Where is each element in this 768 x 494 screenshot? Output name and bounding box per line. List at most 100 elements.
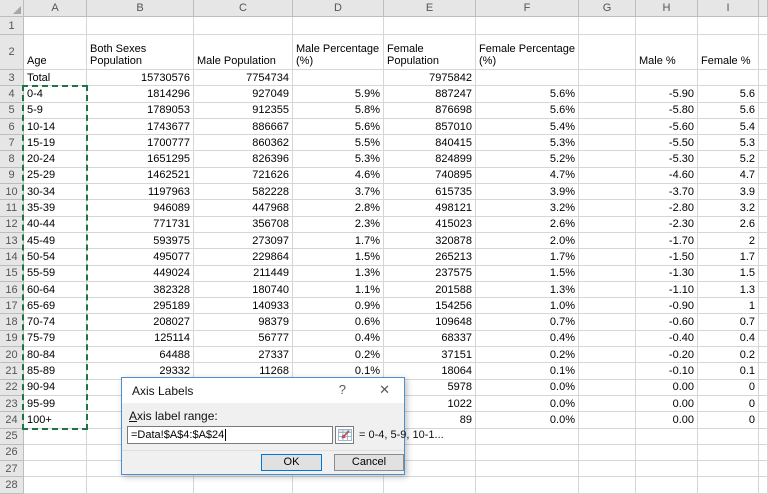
row-header-6[interactable]: 6 (0, 118, 24, 136)
cell-C20[interactable]: 27337 (194, 347, 293, 364)
cell-I16[interactable]: 1.3 (698, 281, 759, 299)
cell-D6[interactable]: 5.6% (293, 118, 384, 136)
cell-B10[interactable]: 1197963 (87, 184, 194, 201)
cell-I5[interactable]: 5.6 (698, 102, 759, 119)
cell-I4[interactable]: 5.6 (698, 86, 759, 103)
cell-I2[interactable]: Female % (698, 35, 759, 70)
cell-B15[interactable]: 449024 (87, 265, 194, 282)
cell-I20[interactable]: 0.2 (698, 347, 759, 364)
cell-C14[interactable]: 229864 (194, 249, 293, 266)
cell-F12[interactable]: 2.6% (476, 216, 579, 233)
cell-C11[interactable]: 447968 (194, 200, 293, 217)
cell-F21[interactable]: 0.1% (476, 363, 579, 380)
row-header-15[interactable]: 15 (0, 265, 24, 282)
cell-D8[interactable]: 5.3% (293, 151, 384, 168)
cell-H22[interactable]: 0.00 (636, 379, 698, 396)
cell-G2[interactable] (579, 35, 636, 70)
cell-E5[interactable]: 876698 (384, 102, 476, 119)
cell-I18[interactable]: 0.7 (698, 314, 759, 331)
column-header-F[interactable]: F (476, 0, 579, 17)
cell-E1[interactable] (384, 17, 476, 35)
cell-F11[interactable]: 3.2% (476, 200, 579, 217)
cell-H11[interactable]: -2.80 (636, 200, 698, 217)
row-header-27[interactable]: 27 (0, 461, 24, 478)
cell-F28[interactable] (476, 477, 579, 494)
cell-E8[interactable]: 824899 (384, 151, 476, 168)
cell-E18[interactable]: 109648 (384, 314, 476, 331)
cell-A15[interactable]: 55-59 (24, 265, 87, 282)
cell-A2[interactable]: Age (24, 35, 87, 70)
cell-A22[interactable]: 90-94 (24, 379, 87, 396)
cell-H25[interactable] (636, 428, 698, 445)
help-icon[interactable]: ? (339, 382, 346, 397)
column-header-H[interactable]: H (636, 0, 698, 17)
cell-F5[interactable]: 5.6% (476, 102, 579, 119)
cell-B12[interactable]: 771731 (87, 216, 194, 233)
row-header-13[interactable]: 13 (0, 232, 24, 250)
cell-H19[interactable]: -0.40 (636, 330, 698, 348)
cell-D28[interactable] (293, 477, 384, 494)
cell-H23[interactable]: 0.00 (636, 395, 698, 413)
cell-G22[interactable] (579, 379, 636, 396)
cell-G24[interactable] (579, 412, 636, 429)
ok-button[interactable]: OK (261, 454, 322, 471)
select-all-corner[interactable] (0, 0, 24, 17)
row-header-28[interactable]: 28 (0, 477, 24, 494)
cell-A9[interactable]: 25-29 (24, 167, 87, 185)
cell-I19[interactable]: 0.4 (698, 330, 759, 348)
row-header-23[interactable]: 23 (0, 395, 24, 413)
cell-A28[interactable] (24, 477, 87, 494)
cell-B4[interactable]: 1814296 (87, 86, 194, 103)
row-header-9[interactable]: 9 (0, 167, 24, 185)
cell-D7[interactable]: 5.5% (293, 135, 384, 152)
cell-B1[interactable] (87, 17, 194, 35)
cell-A24[interactable]: 100+ (24, 412, 87, 429)
cell-I24[interactable]: 0 (698, 412, 759, 429)
cell-C10[interactable]: 582228 (194, 184, 293, 201)
row-header-7[interactable]: 7 (0, 135, 24, 152)
cell-A8[interactable]: 20-24 (24, 151, 87, 168)
cell-B11[interactable]: 946089 (87, 200, 194, 217)
column-header-D[interactable]: D (293, 0, 384, 17)
cell-C8[interactable]: 826396 (194, 151, 293, 168)
row-header-2[interactable]: 2 (0, 35, 24, 70)
cell-H13[interactable]: -1.70 (636, 232, 698, 250)
cell-I11[interactable]: 3.2 (698, 200, 759, 217)
cell-H9[interactable]: -4.60 (636, 167, 698, 185)
cell-A13[interactable]: 45-49 (24, 232, 87, 250)
cell-A7[interactable]: 15-19 (24, 135, 87, 152)
cell-A19[interactable]: 75-79 (24, 330, 87, 348)
cell-G3[interactable] (579, 70, 636, 87)
cell-I21[interactable]: 0.1 (698, 363, 759, 380)
cell-H8[interactable]: -5.30 (636, 151, 698, 168)
cell-A20[interactable]: 80-84 (24, 347, 87, 364)
cell-B16[interactable]: 382328 (87, 281, 194, 299)
cell-E6[interactable]: 857010 (384, 118, 476, 136)
cell-A11[interactable]: 35-39 (24, 200, 87, 217)
cell-G25[interactable] (579, 428, 636, 445)
cell-D1[interactable] (293, 17, 384, 35)
row-header-24[interactable]: 24 (0, 412, 24, 429)
cell-H12[interactable]: -2.30 (636, 216, 698, 233)
cell-F23[interactable]: 0.0% (476, 395, 579, 413)
cell-I28[interactable] (698, 477, 759, 494)
cell-F4[interactable]: 5.6% (476, 86, 579, 103)
cell-H10[interactable]: -3.70 (636, 184, 698, 201)
cell-F7[interactable]: 5.3% (476, 135, 579, 152)
cell-G18[interactable] (579, 314, 636, 331)
cell-G4[interactable] (579, 86, 636, 103)
column-header-E[interactable]: E (384, 0, 476, 17)
cell-F20[interactable]: 0.2% (476, 347, 579, 364)
row-header-20[interactable]: 20 (0, 347, 24, 364)
cell-B14[interactable]: 495077 (87, 249, 194, 266)
cell-G11[interactable] (579, 200, 636, 217)
cell-E15[interactable]: 237575 (384, 265, 476, 282)
cell-H6[interactable]: -5.60 (636, 118, 698, 136)
cell-H2[interactable]: Male % (636, 35, 698, 70)
cell-A17[interactable]: 65-69 (24, 298, 87, 315)
cell-D2[interactable]: Male Percentage (%) (293, 35, 384, 70)
cell-H1[interactable] (636, 17, 698, 35)
cell-B28[interactable] (87, 477, 194, 494)
collapse-dialog-range-selector-button[interactable] (335, 426, 354, 444)
cell-G5[interactable] (579, 102, 636, 119)
